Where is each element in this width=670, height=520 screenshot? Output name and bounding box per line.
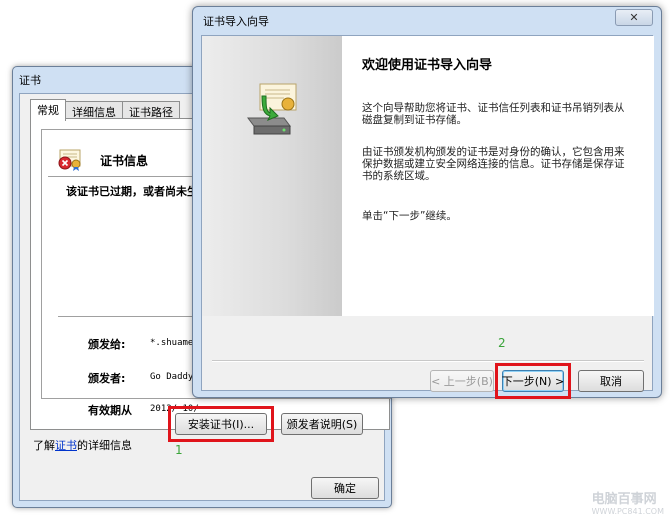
learn-more-suffix: 的详细信息 — [77, 439, 132, 452]
wizard-paragraph-1: 这个向导帮助您将证书、证书信任列表和证书吊销列表从磁盘复制到证书存储。 — [362, 102, 625, 126]
close-button[interactable]: ✕ — [615, 9, 653, 26]
issued-by-label: 颁发者: — [88, 372, 126, 385]
wizard-paragraph-2: 由证书颁发机构颁发的证书是对身份的确认，它包含用来保护数据或建立安全网络连接的信… — [362, 146, 625, 182]
certificate-import-icon — [244, 80, 304, 140]
site-watermark: 电脑百事网 WWW.PC841.COM — [592, 488, 664, 516]
wizard-heading: 欢迎使用证书导入向导 — [362, 58, 493, 73]
certificate-import-wizard-window: 证书导入向导 ✕ 欢迎使用证书导入向导 这个向导帮助您将证书、证书信任列表和证书… — [192, 6, 662, 399]
learn-more-text: 了解证书的详细信息 — [33, 437, 132, 453]
wizard-banner — [202, 36, 342, 316]
watermark-text: 电脑百事网 — [591, 492, 657, 507]
learn-more-link[interactable]: 证书 — [55, 439, 77, 452]
cancel-button[interactable]: 取消 — [578, 370, 644, 392]
certificate-expired-warning: 该证书已过期，或者尚未生效 — [66, 185, 209, 198]
tab-general[interactable]: 常规 — [30, 99, 66, 121]
step2-highlight — [495, 363, 571, 399]
divider — [212, 360, 644, 361]
issued-to-label: 颁发给: — [88, 338, 126, 351]
step2-number: 2 — [498, 336, 506, 350]
wizard-client: 欢迎使用证书导入向导 这个向导帮助您将证书、证书信任列表和证书吊销列表从磁盘复制… — [201, 35, 654, 399]
valid-from-label: 有效期从 — [88, 404, 132, 417]
certificate-tabs: 常规 详细信息 证书路径 — [30, 99, 180, 121]
ok-button[interactable]: 确定 — [311, 477, 379, 499]
wizard-content: 欢迎使用证书导入向导 这个向导帮助您将证书、证书信任列表和证书吊销列表从磁盘复制… — [342, 36, 654, 316]
issuer-statement-button[interactable]: 颁发者说明(S) — [281, 413, 363, 435]
step1-highlight — [168, 406, 274, 442]
wizard-window-title: 证书导入向导 — [203, 15, 269, 28]
watermark-subtext: WWW.PC841.COM — [591, 507, 664, 516]
close-icon: ✕ — [629, 11, 639, 24]
back-button[interactable]: < 上一步(B) — [430, 370, 494, 392]
certificate-window-title: 证书 — [19, 74, 41, 87]
certificate-info-title: 证书信息 — [100, 154, 149, 168]
learn-more-prefix: 了解 — [33, 439, 55, 452]
wizard-paragraph-3: 单击“下一步”继续。 — [362, 210, 457, 222]
step1-number: 1 — [175, 443, 183, 457]
certificate-error-icon — [58, 148, 84, 172]
